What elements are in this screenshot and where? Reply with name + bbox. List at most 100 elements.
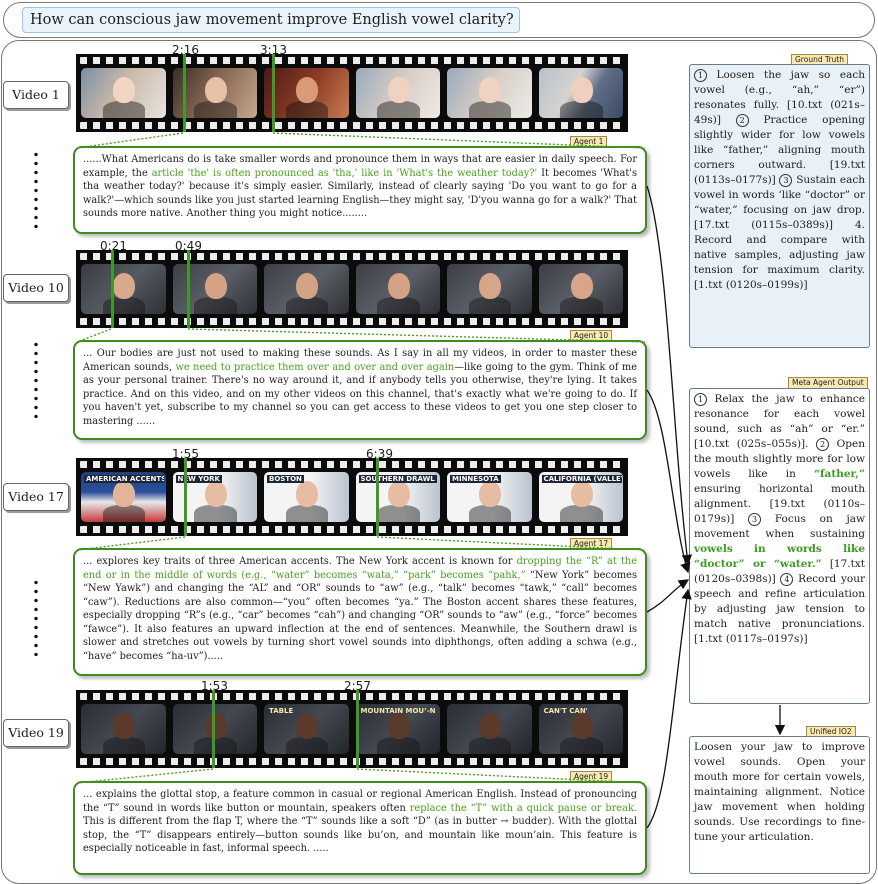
speaker-body: [468, 737, 512, 754]
speaker-body: [194, 737, 237, 754]
speaker-body: [102, 505, 146, 522]
speaker-figure: [204, 481, 227, 507]
speaker-body: [194, 505, 237, 522]
speaker-figure: [296, 713, 319, 739]
speaker-body: [377, 505, 420, 522]
question-text: How can conscious jaw movement improve E…: [22, 7, 520, 33]
frame-caption: TABLE: [269, 707, 294, 715]
timestamp-marker: [272, 54, 275, 132]
video-frame-thumbnail: [172, 264, 257, 314]
step-number: 1: [694, 68, 707, 82]
video-frame-thumbnail: [355, 68, 440, 118]
video-frame-thumbnail: MINNESOTA: [447, 472, 532, 522]
film-strip: [76, 54, 628, 132]
video-frame-thumbnail: [355, 264, 440, 314]
unified-io2-box: Loosen your jaw to improve vowel sounds.…: [689, 736, 870, 874]
frame-caption: SOUTHERN DRAWL: [358, 475, 437, 483]
video-frame-thumbnail: SOUTHERN DRAWL: [355, 472, 440, 522]
video-frame-thumbnail: [264, 68, 349, 118]
film-strip: AMERICAN ACCENTS NEW YORK BOSTON SOUTHERN D…: [76, 458, 628, 536]
timestamp-marker: [187, 250, 190, 328]
video-frame-thumbnail: MOUNTAIN MOU’-N: [355, 704, 440, 754]
step-number: 3: [779, 173, 793, 187]
speaker-figure: [113, 273, 136, 299]
timestamp-marker: [212, 690, 215, 768]
timestamp-marker: [356, 690, 359, 768]
timestamp-marker: [183, 54, 186, 132]
speaker-figure: [387, 713, 410, 739]
highlighted-evidence: replace the “T” with a quick pause or br…: [409, 802, 637, 814]
timestamp-marker: [111, 250, 114, 328]
transcript-text: “New York” becomes “New Yawk”) and chang…: [83, 569, 637, 662]
speaker-figure: [204, 273, 227, 299]
speaker-body: [560, 505, 603, 522]
step-number: 4: [780, 572, 794, 586]
ellipsis-dots: [34, 578, 38, 656]
speaker-body: [102, 297, 146, 314]
speaker-figure: [296, 77, 319, 103]
speaker-figure: [570, 273, 593, 299]
step-number: 1: [694, 392, 707, 406]
film-strip: [76, 250, 628, 328]
speaker-body: [468, 505, 512, 522]
speaker-figure: [479, 481, 502, 507]
frames-row: [81, 68, 623, 118]
video-frame-thumbnail: CAN'T CAN': [538, 704, 623, 754]
speaker-figure: [387, 273, 410, 299]
speaker-figure: [479, 273, 502, 299]
video-frame-thumbnail: [538, 264, 623, 314]
frames-row: [81, 264, 623, 314]
speaker-figure: [387, 77, 410, 103]
agent-19-summary: ... explains the glottal stop, a feature…: [73, 781, 647, 875]
video-label-10: Video 10: [3, 274, 69, 302]
video-frame-thumbnail: [447, 264, 532, 314]
video-label-17: Video 17: [3, 483, 69, 511]
meta-agent-output-box: 1 Relax the jaw to enhance resonance for…: [689, 388, 870, 704]
speaker-figure: [113, 77, 136, 103]
video-label-1: Video 1: [3, 81, 69, 109]
video-frame-thumbnail: [447, 68, 532, 118]
frames-row: TABLE MOUNTAIN MOU’-N CAN'T CAN': [81, 704, 623, 754]
transcript-text: ... explores key traits of three America…: [83, 556, 517, 567]
speaker-body: [194, 101, 237, 118]
step-number: 2: [816, 437, 830, 451]
highlighted-evidence: we need to practice them over and over a…: [175, 361, 455, 373]
speaker-body: [377, 737, 420, 754]
speaker-body: [560, 101, 603, 118]
speaker-body: [102, 737, 146, 754]
agent-10-summary: ... Our bodies are just not used to maki…: [73, 340, 647, 440]
film-strip: TABLE MOUNTAIN MOU’-N CAN'T CAN': [76, 690, 628, 768]
video-frame-thumbnail: [81, 68, 166, 118]
ellipsis-dots: [34, 150, 38, 228]
frame-caption: MOUNTAIN MOU’-N: [360, 707, 436, 715]
speaker-figure: [296, 481, 319, 507]
speaker-body: [560, 297, 603, 314]
video-frame-thumbnail: [81, 704, 166, 754]
frame-caption: BOSTON: [267, 475, 304, 483]
speaker-body: [194, 297, 237, 314]
agent-17-summary: ... explores key traits of three America…: [73, 548, 647, 676]
speaker-figure: [387, 481, 410, 507]
speaker-body: [285, 297, 329, 314]
video-frame-thumbnail: [538, 68, 623, 118]
frame-caption: CAN'T CAN': [543, 707, 588, 715]
speaker-figure: [204, 713, 227, 739]
speaker-figure: [479, 713, 502, 739]
transcript-text: This is different from the flap T, where…: [83, 816, 637, 854]
video-frame-thumbnail: TABLE: [264, 704, 349, 754]
frame-caption: MINNESOTA: [450, 475, 501, 483]
video-frame-thumbnail: CALIFORNIA (VALLEY): [538, 472, 623, 522]
video-frame-thumbnail: [81, 264, 166, 314]
speaker-figure: [570, 713, 593, 739]
speaker-figure: [113, 481, 136, 507]
highlighted-text: “father,”: [814, 468, 865, 480]
speaker-body: [468, 101, 512, 118]
speaker-body: [377, 297, 420, 314]
video-frame-thumbnail: AMERICAN ACCENTS: [81, 472, 166, 522]
frame-caption: CALIFORNIA (VALLEY): [541, 475, 622, 483]
frames-row: AMERICAN ACCENTS NEW YORK BOSTON SOUTHERN D…: [81, 472, 623, 522]
speaker-figure: [296, 273, 319, 299]
video-label-19: Video 19: [3, 719, 69, 747]
speaker-figure: [570, 481, 593, 507]
answer-text: Sustain each vowel in words ‘like “docto…: [694, 174, 865, 291]
